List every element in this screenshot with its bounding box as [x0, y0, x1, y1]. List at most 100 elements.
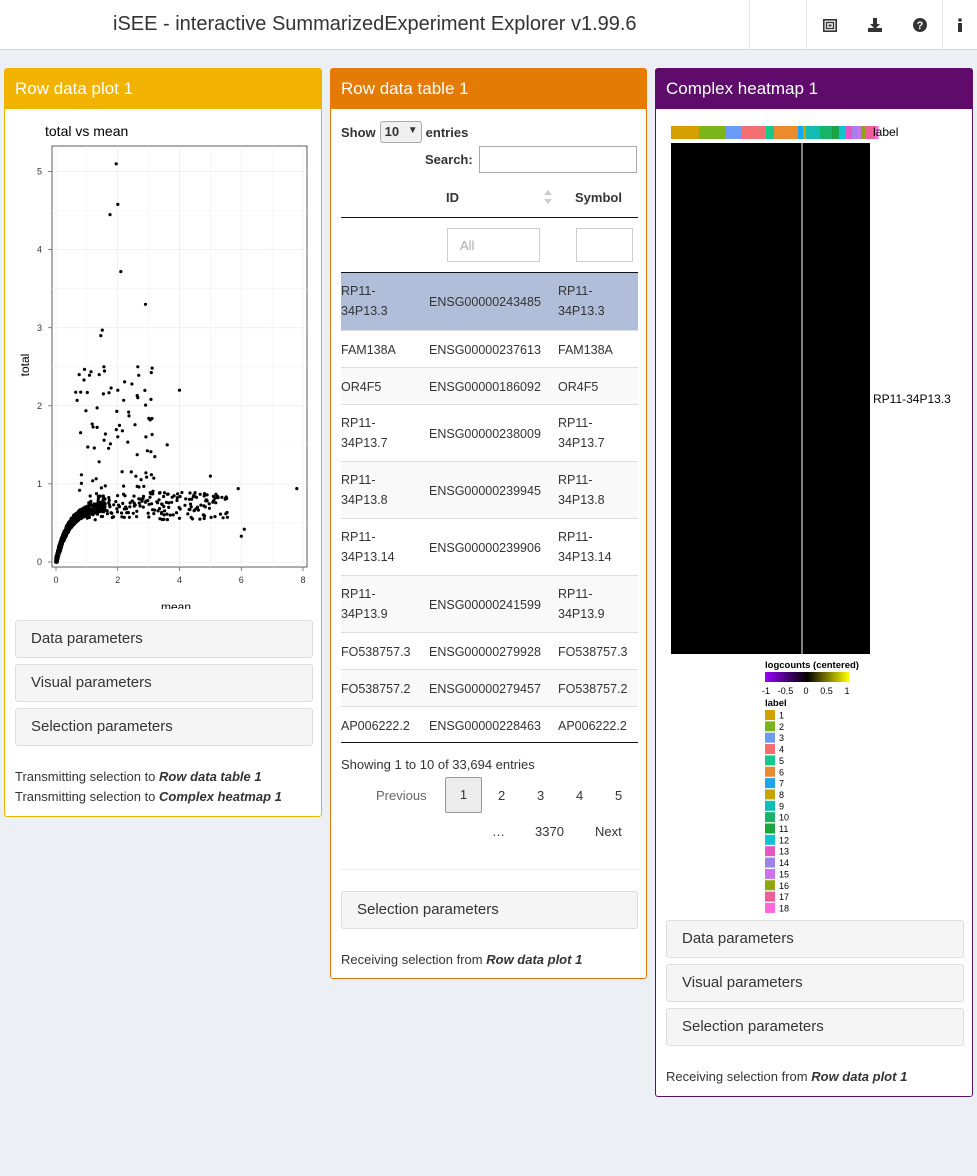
table-row[interactable]: RP11- 34P13.14 ENSG00000239906 RP11- 34P13.1…	[341, 518, 638, 575]
row-name-cell: OR4F5	[341, 380, 382, 394]
data-parameters-toggle[interactable]: Data parameters	[666, 920, 964, 958]
y-tick-label: 0	[37, 557, 42, 567]
download-icon	[867, 18, 882, 32]
symbol-cell: RP11- 34P13.7	[558, 416, 605, 450]
id-filter-input[interactable]: All	[447, 228, 540, 262]
pagination-next[interactable]: Next	[595, 824, 622, 839]
colorbar-tick-label: 0.5	[820, 686, 833, 696]
row-data-plot-panel: Row data plot 1 total vs mean 0 2 4 6 8 0 1 2 3 4…	[4, 68, 322, 817]
page-length-select[interactable]: 10 ▼	[379, 121, 422, 143]
legend-swatch	[765, 880, 775, 891]
symbol-cell: FO538757.2	[558, 682, 628, 696]
download-button[interactable]	[852, 0, 897, 50]
info-icon	[957, 18, 962, 32]
legend-swatch	[765, 846, 775, 857]
row-name-cell: RP11- 34P13.9	[341, 587, 388, 621]
row-name-cell: RP11- 34P13.8	[341, 473, 388, 507]
selection-parameters-toggle[interactable]: Selection parameters	[666, 1008, 964, 1046]
table-row[interactable]: FO538757.3 ENSG00000279928 FO538757.3	[341, 632, 638, 669]
x-tick-label: 6	[239, 575, 244, 585]
pagination-ellipsis: …	[492, 824, 505, 839]
row-name-cell: RP11- 34P13.7	[341, 416, 388, 450]
symbol-filter-input[interactable]	[576, 228, 633, 262]
symbol-cell: FO538757.3	[558, 645, 628, 659]
legend-label: 9	[779, 801, 784, 811]
legend-swatch	[765, 902, 775, 913]
legend-label: 13	[779, 847, 789, 857]
pagination-page-2[interactable]: 2	[498, 788, 505, 803]
table-row[interactable]: RP11- 34P13.3 ENSG00000243485 RP11- 34P13.3	[341, 273, 638, 330]
panel-title: Row data table 1	[331, 69, 646, 109]
show-label: Show	[341, 124, 376, 140]
legend-swatch	[765, 868, 775, 879]
section-divider	[341, 869, 638, 870]
row-name-cell: FO538757.2	[341, 682, 411, 696]
x-tick-label: 4	[177, 575, 182, 585]
visual-parameters-toggle[interactable]: Visual parameters	[666, 964, 964, 1002]
pagination-page-5[interactable]: 5	[615, 788, 622, 803]
legend-swatch	[765, 766, 775, 777]
sort-icon[interactable]	[543, 189, 553, 205]
table-row[interactable]: AP006222.2 ENSG00000228463 AP006222.2	[341, 706, 638, 743]
legend-swatch	[765, 721, 775, 732]
legend-swatch	[765, 812, 775, 823]
legend-label: 3	[779, 733, 784, 743]
id-cell: ENSG00000237613	[429, 342, 541, 357]
data-parameters-toggle[interactable]: Data parameters	[15, 620, 313, 658]
legend-label: 17	[779, 892, 789, 902]
pagination-page-1[interactable]: 1	[445, 777, 482, 813]
colorbar-tick-label: -1	[762, 686, 770, 696]
symbol-cell: AP006222.2	[558, 719, 627, 733]
pagination-previous[interactable]: Previous	[376, 788, 427, 803]
row-name-cell: AP006222.2	[341, 719, 410, 733]
scatter-plot[interactable]: total vs mean 0 2 4 6 8 0 1 2 3 4 5 mean total	[5, 109, 321, 609]
legend-swatch	[765, 778, 775, 789]
legend-swatch	[765, 710, 775, 720]
column-header-id[interactable]: ID	[446, 190, 459, 205]
id-cell: ENSG00000279457	[429, 681, 541, 696]
legend-label: 8	[779, 790, 784, 800]
search-input[interactable]	[479, 146, 637, 173]
symbol-cell: FAM138A	[558, 343, 613, 357]
heatmap-plot[interactable]: label RP11-34P13.3 logcounts (centered) …	[656, 109, 972, 917]
screenshot-button[interactable]	[807, 0, 852, 50]
pagination-last-page[interactable]: 3370	[535, 824, 564, 839]
y-tick-label: 3	[37, 323, 42, 333]
receive-note: Receiving selection from Row data plot 1	[666, 1069, 908, 1084]
symbol-cell: RP11- 34P13.14	[558, 530, 612, 564]
transmit-note: Transmitting selection to Complex heatma…	[15, 789, 282, 804]
legend-label: 18	[779, 903, 789, 913]
column-header-symbol[interactable]: Symbol	[575, 190, 622, 205]
legend-label: 4	[779, 745, 784, 755]
row-name-cell: RP11- 34P13.3	[341, 284, 388, 318]
row-name-cell: FAM138A	[341, 343, 396, 357]
caret-down-icon: ▼	[407, 125, 418, 136]
legend-label: 7	[779, 779, 784, 789]
annotation-legend: 123456789101112131415161718	[765, 710, 789, 913]
table-row[interactable]: FAM138A ENSG00000237613 FAM138A	[341, 330, 638, 367]
symbol-cell: RP11- 34P13.3	[558, 284, 605, 318]
selection-parameters-toggle[interactable]: Selection parameters	[15, 708, 313, 746]
table-row[interactable]: RP11- 34P13.7 ENSG00000238009 RP11- 34P13.7	[341, 404, 638, 461]
x-tick-label: 2	[115, 575, 120, 585]
panel-title: Row data plot 1	[5, 69, 321, 109]
selection-parameters-toggle[interactable]: Selection parameters	[341, 891, 638, 929]
table-row[interactable]: FO538757.2 ENSG00000279457 FO538757.2	[341, 669, 638, 706]
complex-heatmap-panel: Complex heatmap 1 label RP11-34P13.3 log…	[655, 68, 973, 1097]
legend-swatch	[765, 823, 775, 834]
symbol-cell: OR4F5	[558, 380, 599, 394]
pagination-page-3[interactable]: 3	[537, 788, 544, 803]
page-length-control: Show 10 ▼ entries	[341, 121, 468, 143]
id-cell: ENSG00000238009	[429, 426, 541, 441]
y-tick-label: 4	[37, 245, 42, 255]
heatmap-body	[671, 143, 870, 654]
visual-parameters-toggle[interactable]: Visual parameters	[15, 664, 313, 702]
pagination-page-4[interactable]: 4	[576, 788, 583, 803]
table-row[interactable]: OR4F5 ENSG00000186092 OR4F5	[341, 367, 638, 404]
legend-label: 15	[779, 869, 789, 879]
table-row[interactable]: RP11- 34P13.9 ENSG00000241599 RP11- 34P13.9	[341, 575, 638, 632]
table-row[interactable]: RP11- 34P13.8 ENSG00000239945 RP11- 34P13.8	[341, 461, 638, 518]
help-button[interactable]: ?	[897, 0, 942, 50]
info-button[interactable]	[942, 0, 977, 50]
symbol-cell: RP11- 34P13.9	[558, 587, 605, 621]
